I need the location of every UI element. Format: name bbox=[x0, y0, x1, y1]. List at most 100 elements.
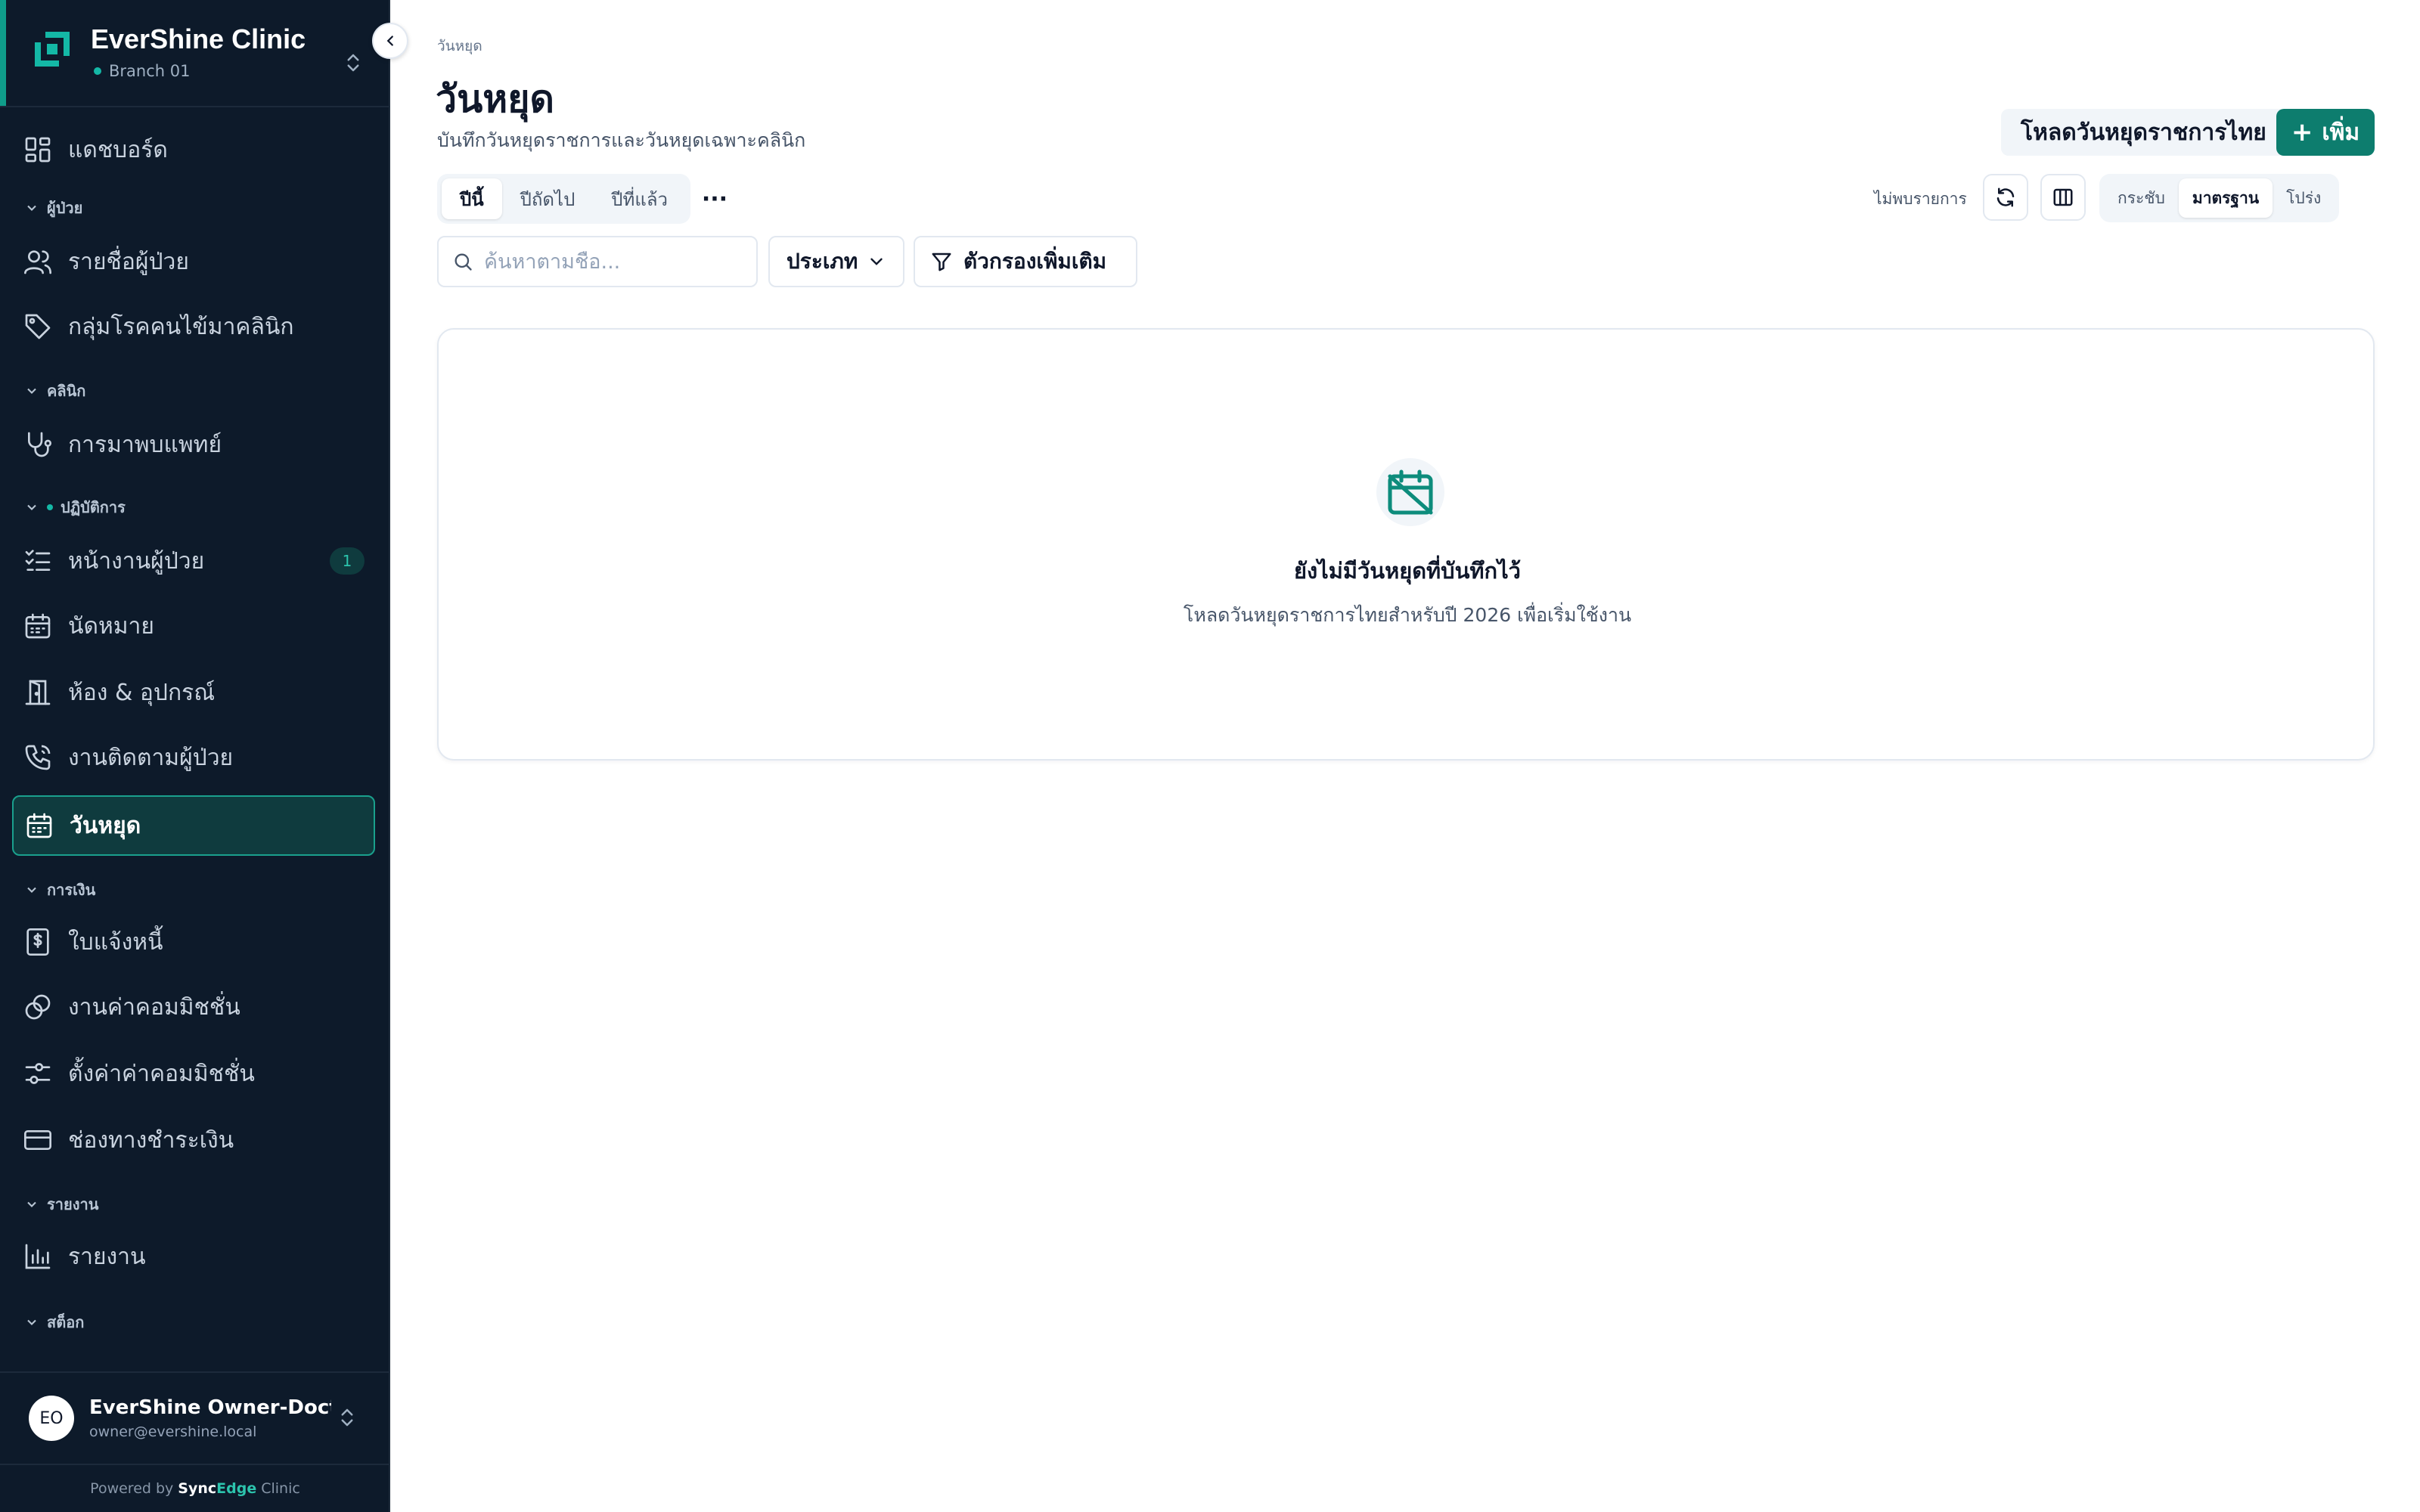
nav-payment-channels[interactable]: ช่องทางชำระเงิน bbox=[12, 1110, 375, 1170]
invoice-dollar-icon bbox=[26, 928, 49, 956]
plus-icon: + bbox=[2291, 117, 2313, 147]
sliders-icon bbox=[25, 1063, 51, 1084]
chevron-down-icon bbox=[27, 887, 36, 893]
tab-next-year[interactable]: ปีถัดไป bbox=[502, 178, 594, 219]
breadcrumb[interactable]: วันหยุด bbox=[437, 35, 482, 57]
section-operations[interactable]: ปฏิบัติการ bbox=[24, 496, 126, 519]
density-compact[interactable]: กระชับ bbox=[2104, 178, 2179, 218]
collapse-sidebar-button[interactable] bbox=[372, 23, 408, 59]
refresh-icon bbox=[1996, 187, 2015, 207]
tab-last-year[interactable]: ปีที่แล้ว bbox=[593, 178, 686, 219]
section-patients[interactable]: ผู้ป่วย bbox=[24, 197, 82, 219]
chevron-down-icon bbox=[27, 205, 36, 211]
section-operations-label: ปฏิบัติการ bbox=[60, 498, 126, 516]
section-stock[interactable]: สต็อก bbox=[24, 1311, 84, 1334]
calendar-icon bbox=[26, 813, 52, 838]
nav-patient-list[interactable]: รายชื่อผู้ป่วย bbox=[12, 231, 375, 292]
dashboard-grid-icon bbox=[25, 137, 51, 163]
nav-commission-settings[interactable]: ตั้งค่าค่าคอมมิชชั่น bbox=[12, 1043, 375, 1104]
nav-patient-tasks[interactable]: หน้างานผู้ป่วย 1 bbox=[12, 531, 375, 591]
section-clinic[interactable]: คลินิก bbox=[24, 380, 85, 402]
tab-this-year[interactable]: ปีนี้ bbox=[442, 178, 502, 219]
chevron-down-icon bbox=[27, 1201, 36, 1207]
refresh-button[interactable] bbox=[1983, 174, 2028, 221]
nav-holidays-label: วันหยุด bbox=[70, 812, 141, 839]
search-box[interactable] bbox=[437, 236, 758, 287]
coins-icon bbox=[25, 994, 51, 1020]
add-holiday-button[interactable]: + เพิ่ม bbox=[2276, 109, 2375, 156]
powered-by: Powered by Sync Edge Clinic bbox=[0, 1464, 390, 1512]
section-reports[interactable]: รายงาน bbox=[24, 1193, 98, 1216]
sidebar: EverShine Clinic Branch 01 แดชบอร์ด ผู้ป… bbox=[0, 0, 390, 1512]
nav-invoices[interactable]: ใบแจ้งหนี้ bbox=[12, 912, 375, 972]
nav-reports[interactable]: รายงาน bbox=[12, 1226, 375, 1287]
type-select[interactable]: ประเภท bbox=[768, 236, 904, 287]
more-filters-label: ตัวกรองเพิ่มเติม bbox=[963, 249, 1107, 274]
chevron-down-icon bbox=[27, 388, 36, 394]
checklist-icon bbox=[25, 550, 51, 571]
nav-patient-list-label: รายชื่อผู้ป่วย bbox=[68, 248, 189, 275]
section-finance-label: การเงิน bbox=[47, 881, 96, 899]
tag-icon bbox=[25, 314, 51, 339]
columns-button[interactable] bbox=[2040, 174, 2086, 221]
chevron-down-icon bbox=[27, 504, 36, 510]
empty-state-card: ยังไม่มีวันหยุดที่บันทึกไว้ โหลดวันหยุดร… bbox=[437, 328, 2375, 761]
nav-patient-tasks-label: หน้างานผู้ป่วย bbox=[68, 547, 205, 575]
year-tabs: ปีนี้ ปีถัดไป ปีที่แล้ว bbox=[437, 174, 691, 224]
credit-card-icon bbox=[24, 1130, 51, 1150]
search-input[interactable] bbox=[484, 249, 756, 274]
brand-switcher[interactable]: EverShine Clinic Branch 01 bbox=[30, 21, 306, 97]
density-comfortable[interactable]: โปร่ง bbox=[2273, 178, 2335, 218]
nav-dashboard-label: แดชบอร์ด bbox=[68, 136, 168, 163]
patient-tasks-count-badge: 1 bbox=[330, 547, 365, 575]
nav-rooms-equipment[interactable]: ห้อง & อุปกรณ์ bbox=[12, 662, 375, 723]
powered-brand-clinic: Clinic bbox=[261, 1480, 300, 1497]
page-subtitle: บันทึกวันหยุดราชการและวันหยุดเฉพาะคลินิก bbox=[437, 129, 806, 151]
main-content: วันหยุด วันหยุด บันทึกวันหยุดราชการและวั… bbox=[392, 0, 2420, 1512]
sidebar-accent-bar bbox=[0, 0, 6, 106]
nav-patient-followup-label: งานติดตามผู้ป่วย bbox=[68, 744, 234, 771]
section-patients-label: ผู้ป่วย bbox=[47, 199, 83, 217]
load-thai-holidays-button[interactable]: โหลดวันหยุดราชการไทย bbox=[2001, 109, 2286, 156]
nav-dashboard[interactable]: แดชบอร์ด bbox=[12, 119, 375, 180]
branch-status-dot bbox=[94, 67, 101, 75]
density-standard[interactable]: มาตรฐาน bbox=[2178, 178, 2273, 218]
user-name: EverShine Owner-Doctor bbox=[89, 1396, 331, 1419]
user-menu[interactable]: EO EverShine Owner-Doctor owner@evershin… bbox=[0, 1371, 390, 1464]
section-reports-label: รายงาน bbox=[47, 1195, 99, 1213]
nav-disease-groups-label: กลุ่มโรคคนไข้มาคลินิก bbox=[68, 313, 294, 340]
powered-brand-edge: Edge bbox=[216, 1480, 257, 1497]
sidebar-divider bbox=[0, 106, 390, 107]
nav-commission-tasks-label: งานค่าคอมมิชชั่น bbox=[68, 993, 240, 1021]
section-finance[interactable]: การเงิน bbox=[24, 878, 95, 901]
users-icon bbox=[24, 250, 51, 274]
more-options-button[interactable]: ··· bbox=[696, 181, 734, 216]
nav-appointments[interactable]: นัดหมาย bbox=[12, 596, 375, 656]
branch-name: Branch 01 bbox=[109, 62, 191, 80]
nav-doctor-visits[interactable]: การมาพบแพทย์ bbox=[12, 414, 375, 475]
add-button-label: เพิ่ม bbox=[2322, 119, 2360, 146]
nav-patient-followup[interactable]: งานติดตามผู้ป่วย bbox=[12, 727, 375, 788]
nav-rooms-equipment-label: ห้อง & อุปกรณ์ bbox=[68, 679, 216, 706]
chevron-up-down-icon[interactable] bbox=[342, 51, 365, 74]
filter-icon bbox=[932, 253, 951, 271]
nav-reports-label: รายงาน bbox=[68, 1243, 146, 1270]
calendar-icon bbox=[25, 613, 51, 639]
powered-prefix: Powered by bbox=[90, 1480, 174, 1497]
bar-chart-icon bbox=[25, 1244, 51, 1269]
columns-icon bbox=[2053, 188, 2073, 206]
nav-payment-channels-label: ช่องทางชำระเงิน bbox=[68, 1126, 234, 1154]
nav-appointments-label: นัดหมาย bbox=[68, 612, 154, 640]
stethoscope-icon bbox=[28, 432, 51, 457]
empty-state-title: ยังไม่มีวันหยุดที่บันทึกไว้ bbox=[1294, 558, 1521, 584]
nav-disease-groups[interactable]: กลุ่มโรคคนไข้มาคลินิก bbox=[12, 296, 375, 357]
phone-icon bbox=[25, 745, 51, 770]
clinic-logo-icon bbox=[35, 32, 70, 67]
door-icon bbox=[25, 680, 51, 705]
chevron-up-down-icon bbox=[341, 1408, 353, 1427]
type-select-label: ประเภท bbox=[786, 249, 858, 274]
avatar: EO bbox=[29, 1396, 74, 1441]
nav-commission-tasks[interactable]: งานค่าคอมมิชชั่น bbox=[12, 977, 375, 1037]
nav-holidays[interactable]: วันหยุด bbox=[12, 795, 375, 856]
more-filters-button[interactable]: ตัวกรองเพิ่มเติม bbox=[914, 236, 1137, 287]
